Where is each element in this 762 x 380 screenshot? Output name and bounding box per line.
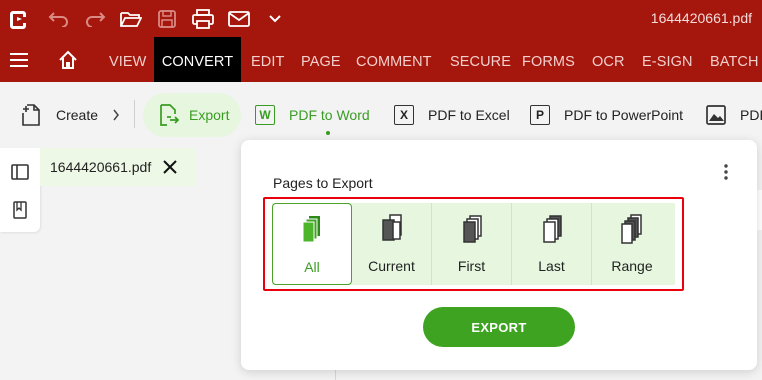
active-tool-indicator: [326, 131, 330, 135]
menu-ocr[interactable]: OCR: [592, 37, 625, 82]
pages-to-export-title: Pages to Export: [273, 175, 373, 191]
export-button[interactable]: Export: [157, 82, 229, 148]
menu-edit[interactable]: EDIT: [251, 37, 284, 82]
menu-page[interactable]: PAGE: [301, 37, 341, 82]
export-icon: [160, 104, 179, 126]
option-range[interactable]: Range: [592, 203, 672, 285]
menu-comment[interactable]: COMMENT: [356, 37, 432, 82]
option-first-label: First: [457, 258, 486, 274]
page-range-options: All Current First Last Range: [272, 203, 675, 285]
pdf-to-powerpoint-label: PDF to PowerPoint: [564, 107, 684, 123]
menu-bar: VIEW CONVERT EDIT PAGE COMMENT SECURE FO…: [0, 37, 762, 82]
ribbon-separator: [134, 100, 135, 128]
left-sidebar: [0, 148, 40, 232]
create-button[interactable]: Create: [22, 82, 120, 148]
option-all-label: All: [304, 259, 320, 275]
email-icon[interactable]: [226, 6, 252, 32]
option-last-label: Last: [538, 258, 565, 274]
pdf-to-image-button[interactable]: PDF: [706, 82, 762, 148]
undo-icon[interactable]: [46, 6, 72, 32]
option-current-label: Current: [368, 258, 415, 274]
bookmark-icon[interactable]: [10, 200, 30, 220]
menu-convert[interactable]: CONVERT: [154, 37, 241, 82]
more-options-icon[interactable]: [719, 162, 733, 182]
hamburger-menu-icon[interactable]: [10, 53, 28, 72]
print-icon[interactable]: [190, 6, 216, 32]
pdf-to-excel-button[interactable]: X PDF to Excel: [394, 82, 510, 148]
pdf-to-powerpoint-button[interactable]: P PDF to PowerPoint: [530, 82, 683, 148]
title-bar: 1644420661.pdf: [0, 0, 762, 37]
home-icon[interactable]: [58, 50, 78, 75]
option-range-label: Range: [611, 258, 653, 274]
convert-ribbon: Create Export W PDF to Word X PDF to Exc…: [0, 82, 762, 148]
export-label: Export: [189, 107, 230, 123]
open-folder-icon[interactable]: [118, 6, 144, 32]
pdf-to-excel-label: PDF to Excel: [428, 107, 510, 123]
first-page-icon: [462, 215, 482, 243]
close-icon[interactable]: [160, 157, 180, 177]
pdf-to-image-label: PDF: [740, 107, 762, 123]
menu-esign[interactable]: E-SIGN: [642, 37, 693, 82]
pdf-to-word-button[interactable]: W PDF to Word: [255, 82, 370, 148]
menu-view[interactable]: VIEW: [109, 37, 146, 82]
option-current[interactable]: Current: [352, 203, 432, 285]
menu-secure[interactable]: SECURE: [450, 37, 511, 82]
word-icon: W: [255, 105, 275, 125]
panel-toggle-icon[interactable]: [10, 162, 30, 182]
image-icon: [706, 105, 726, 125]
app-logo-icon[interactable]: [6, 6, 32, 32]
create-document-icon: [22, 104, 40, 126]
save-icon[interactable]: [154, 6, 180, 32]
excel-icon: X: [394, 105, 414, 125]
pdf-to-word-label: PDF to Word: [289, 107, 370, 123]
chevron-down-icon[interactable]: [262, 6, 288, 32]
current-page-icon: [381, 214, 402, 241]
option-all[interactable]: All: [272, 203, 352, 285]
chevron-right-icon[interactable]: [112, 109, 120, 121]
option-last[interactable]: Last: [512, 203, 592, 285]
redo-icon[interactable]: [82, 6, 108, 32]
range-pages-icon: [621, 214, 642, 244]
powerpoint-icon: P: [530, 105, 550, 125]
document-tab-name: 1644420661.pdf: [50, 159, 152, 175]
option-first[interactable]: First: [432, 203, 512, 285]
last-page-icon: [542, 215, 562, 243]
export-panel: Pages to Export All Current First Last R…: [241, 140, 757, 370]
all-pages-icon: [302, 216, 320, 243]
create-label: Create: [56, 107, 99, 123]
menu-forms[interactable]: FORMS: [522, 37, 575, 82]
export-submit-button[interactable]: EXPORT: [423, 307, 575, 347]
window-title-filename: 1644420661.pdf: [650, 10, 752, 26]
menu-batch[interactable]: BATCH: [710, 37, 759, 82]
document-tab[interactable]: 1644420661.pdf: [40, 148, 195, 186]
